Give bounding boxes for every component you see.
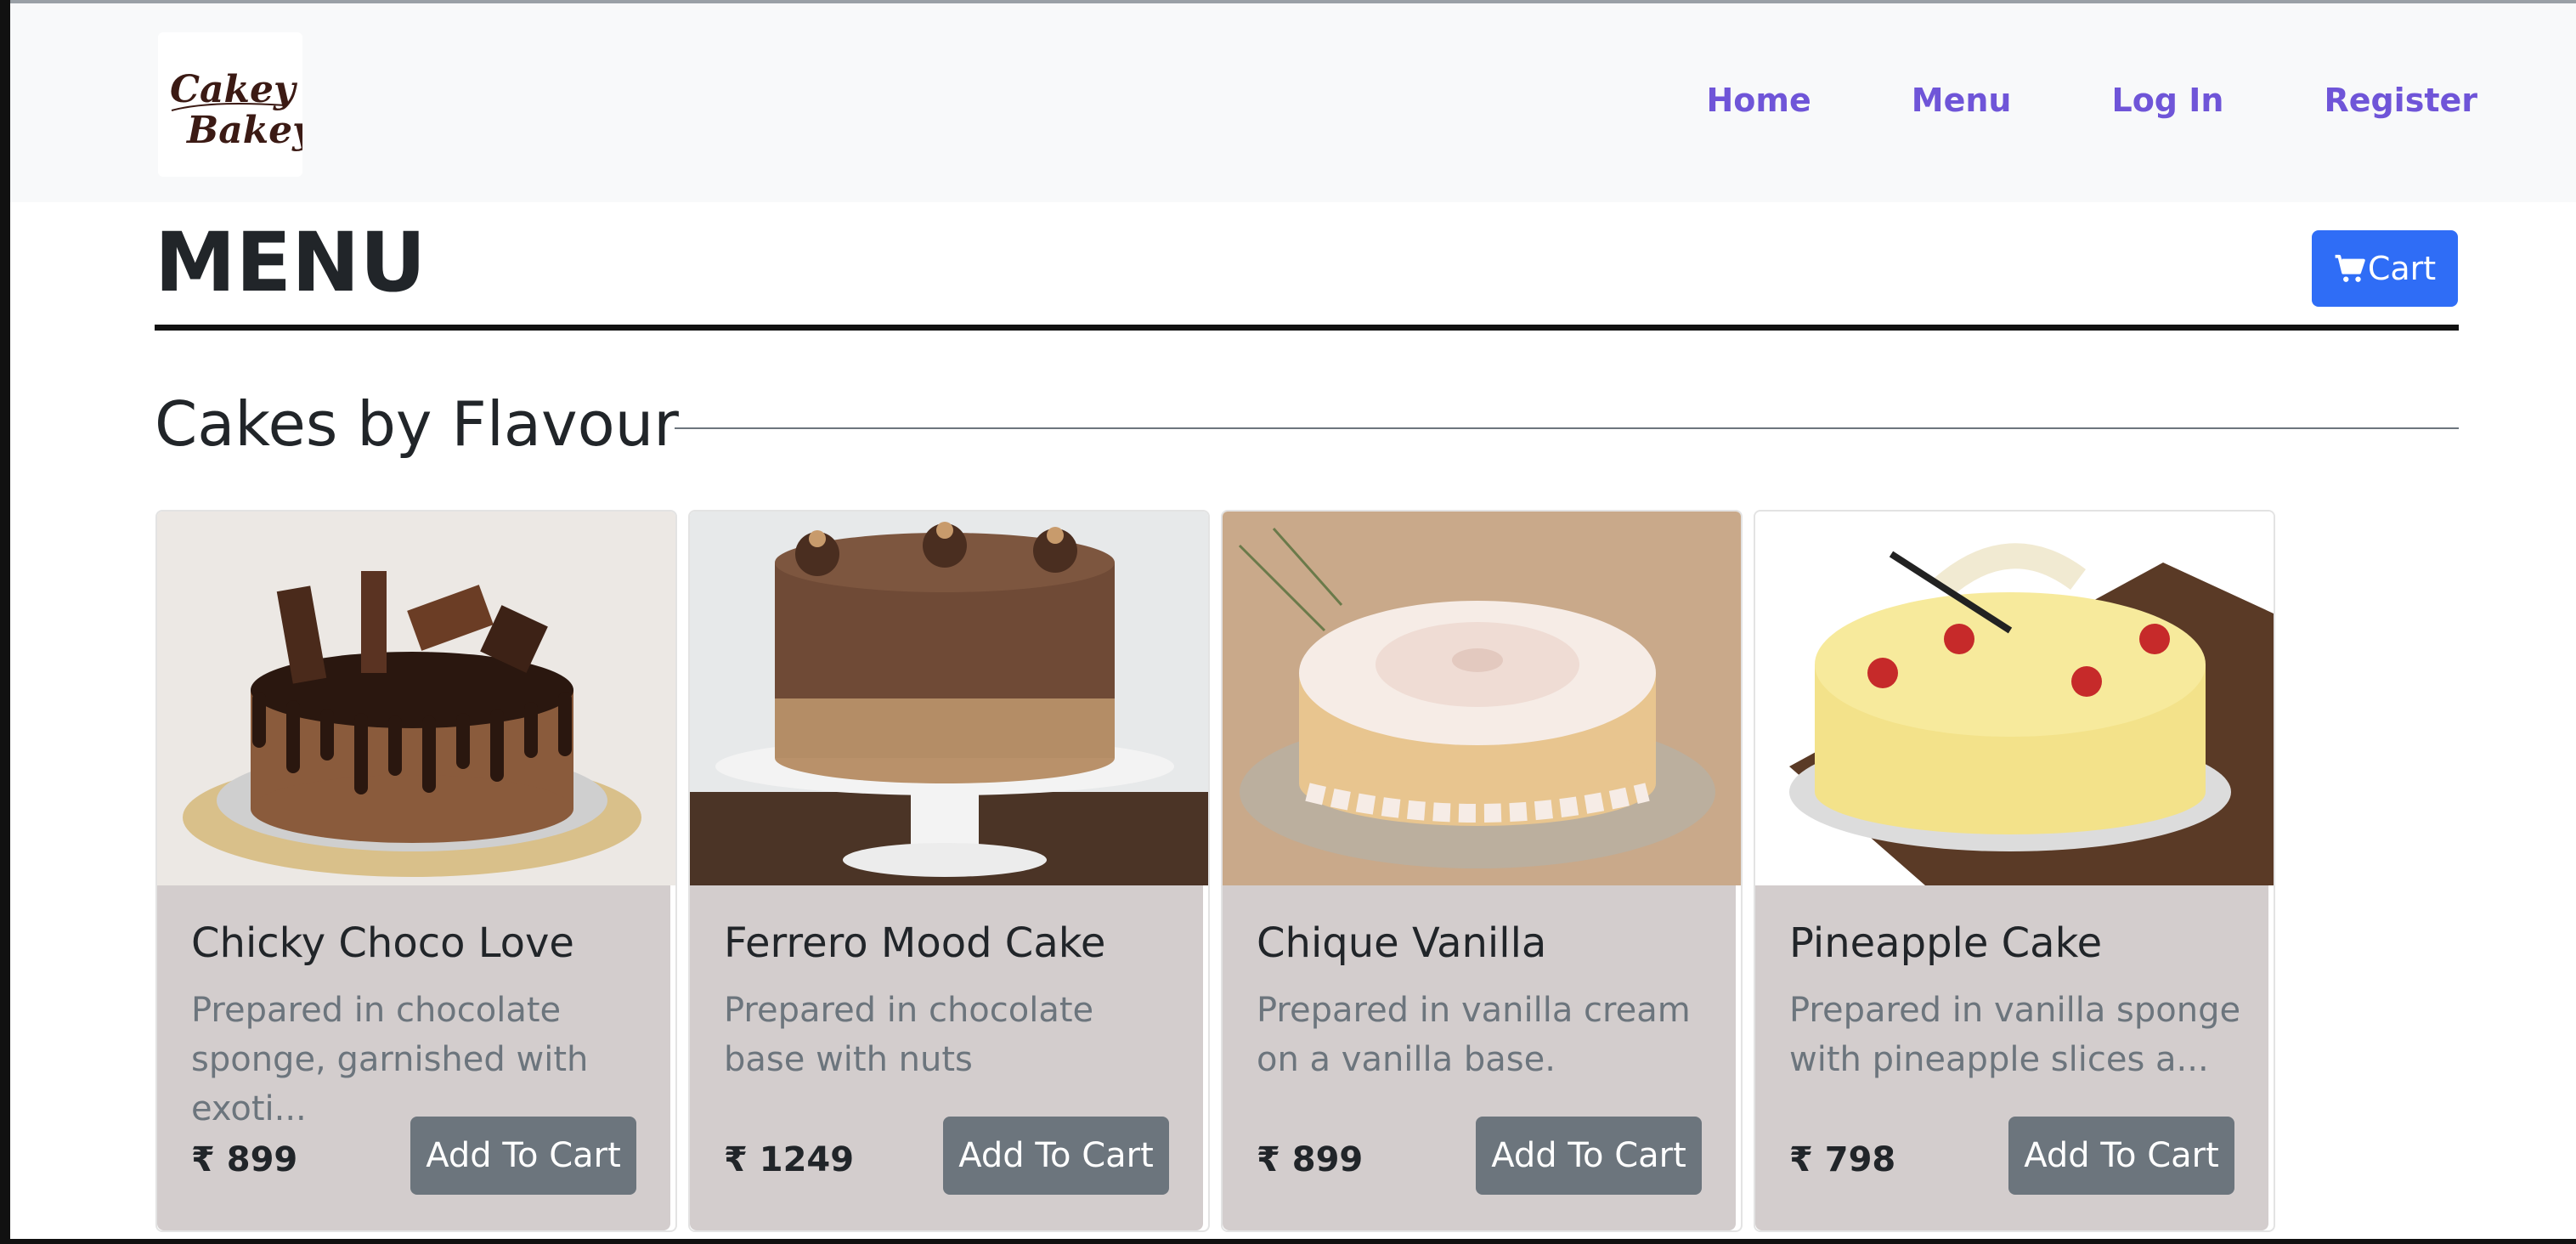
bottom-edge (0, 1239, 2576, 1244)
add-to-cart-button[interactable]: Add To Cart (943, 1117, 1169, 1195)
logo[interactable]: Cakey Bakey (158, 32, 302, 177)
product-image (1223, 512, 1741, 885)
product-name: Chique Vanilla (1257, 919, 1547, 967)
product-price: ₹ 899 (1257, 1140, 1364, 1179)
add-to-cart-button[interactable]: Add To Cart (1476, 1117, 1702, 1195)
product-name: Ferrero Mood Cake (724, 919, 1106, 967)
title-divider (155, 325, 2459, 331)
product-description: Prepared in chocolate base with nuts (724, 991, 1094, 1079)
product-description: Prepared in vanilla sponge with pineappl… (1789, 991, 2241, 1079)
navbar: Cakey Bakey Home Menu Log In Register (10, 3, 2576, 202)
card-body: Ferrero Mood Cake Prepared in chocolate … (690, 885, 1203, 1230)
add-to-cart-button[interactable]: Add To Cart (2008, 1117, 2234, 1195)
product-card: Chique Vanilla Prepared in vanilla cream… (1221, 510, 1743, 1232)
section-title: Cakes by Flavour (155, 388, 679, 460)
add-to-cart-button[interactable]: Add To Cart (410, 1117, 636, 1195)
product-description: Prepared in vanilla cream on a vanilla b… (1257, 991, 1691, 1079)
product-name: Chicky Choco Love (191, 919, 574, 967)
cart-label: Cart (2367, 250, 2437, 287)
nav-menu[interactable]: Menu (1912, 82, 2012, 119)
product-image (157, 512, 675, 885)
product-name: Pineapple Cake (1789, 919, 2103, 967)
nav-home[interactable]: Home (1707, 82, 1811, 119)
window-edge (0, 0, 10, 1244)
product-card: Pineapple Cake Prepared in vanilla spong… (1754, 510, 2275, 1232)
card-body: Pineapple Cake Prepared in vanilla spong… (1755, 885, 2268, 1230)
page-title: MENU (155, 215, 427, 310)
logo-text-bakey: Bakey (185, 109, 302, 152)
card-body: Chique Vanilla Prepared in vanilla cream… (1223, 885, 1736, 1230)
product-card: Ferrero Mood Cake Prepared in chocolate … (688, 510, 1210, 1232)
nav-login[interactable]: Log In (2111, 82, 2223, 119)
nav-links: Home Menu Log In Register (1607, 82, 2478, 119)
section-divider (675, 427, 2459, 429)
product-price: ₹ 798 (1789, 1140, 1896, 1179)
product-card: Chicky Choco Love Prepared in chocolate … (155, 510, 677, 1232)
product-description: Prepared in chocolate sponge, garnished … (191, 991, 589, 1128)
cart-button[interactable]: Cart (2312, 230, 2458, 307)
product-image (690, 512, 1208, 885)
product-price: ₹ 899 (191, 1140, 298, 1179)
cart-icon (2335, 254, 2365, 282)
card-body: Chicky Choco Love Prepared in chocolate … (157, 885, 670, 1230)
nav-register[interactable]: Register (2324, 82, 2477, 119)
product-image (1755, 512, 2274, 885)
product-price: ₹ 1249 (724, 1140, 855, 1179)
